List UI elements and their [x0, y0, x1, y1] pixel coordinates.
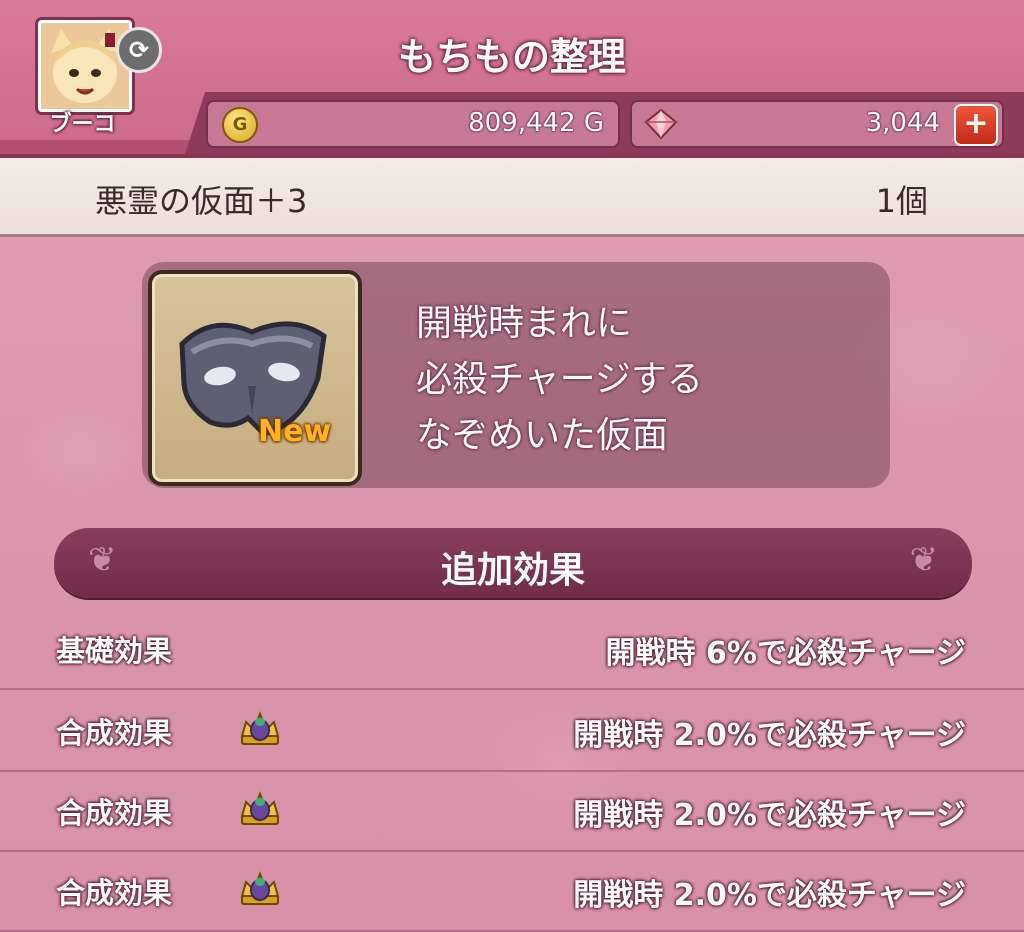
gem-value: 3,044: [865, 108, 940, 138]
effect-row: 合成効果 開戦時 2.0%で必殺チャージ: [0, 850, 1024, 932]
mask-icon: [179, 321, 327, 437]
add-gems-button[interactable]: +: [954, 104, 998, 146]
effect-value: 開戦時 2.0%で必殺チャージ: [573, 798, 966, 833]
item-name: 悪霊の仮面＋3: [95, 182, 308, 220]
player-name: ブーコ: [49, 112, 116, 137]
gold-display: G 809,442 G: [206, 100, 620, 148]
item-name-bar: 悪霊の仮面＋3 1個: [0, 158, 1024, 237]
effect-value: 開戦時 6%で必殺チャージ: [605, 636, 966, 671]
item-count: 1個: [875, 182, 928, 220]
description-line: 開戦時まれに: [416, 303, 633, 344]
effect-label: 基礎効果: [56, 634, 173, 668]
new-badge: New: [258, 414, 332, 449]
effect-label: 合成効果: [56, 716, 173, 750]
effects-section-header: ❦ 追加効果 ❦: [54, 528, 972, 598]
effect-row: 合成効果 開戦時 2.0%で必殺チャージ: [0, 690, 1024, 772]
page-title: もちもの整理: [397, 35, 626, 79]
effect-value: 開戦時 2.0%で必殺チャージ: [573, 718, 966, 753]
item-description: 開戦時まれに 必殺チャージする なぞめいた仮面: [416, 296, 703, 464]
effect-row: 合成効果 開戦時 2.0%で必殺チャージ: [0, 770, 1024, 852]
avatar-icon: [41, 23, 129, 109]
gold-value: 809,442 G: [468, 108, 604, 138]
effect-label: 合成効果: [56, 796, 173, 830]
effect-label: 合成効果: [56, 876, 173, 910]
gold-coin-icon: G: [222, 107, 258, 143]
gem-display: 3,044 +: [630, 100, 1004, 148]
crown-icon: [240, 791, 280, 825]
section-title: 追加効果: [440, 550, 585, 591]
swirl-ornament-icon: ❦: [909, 540, 939, 580]
swap-icon[interactable]: ⟳: [116, 27, 162, 73]
crown-icon: [240, 871, 280, 905]
plus-icon: +: [963, 106, 989, 141]
description-line: 必殺チャージする: [416, 359, 703, 400]
item-thumbnail[interactable]: New: [148, 270, 362, 486]
gem-icon: [644, 108, 678, 140]
player-avatar[interactable]: [38, 20, 132, 112]
effect-value: 開戦時 2.0%で必殺チャージ: [573, 878, 966, 913]
description-line: なぞめいた仮面: [416, 415, 669, 456]
effect-row: 基礎効果 開戦時 6%で必殺チャージ: [0, 608, 1024, 690]
crown-icon: [240, 711, 280, 745]
